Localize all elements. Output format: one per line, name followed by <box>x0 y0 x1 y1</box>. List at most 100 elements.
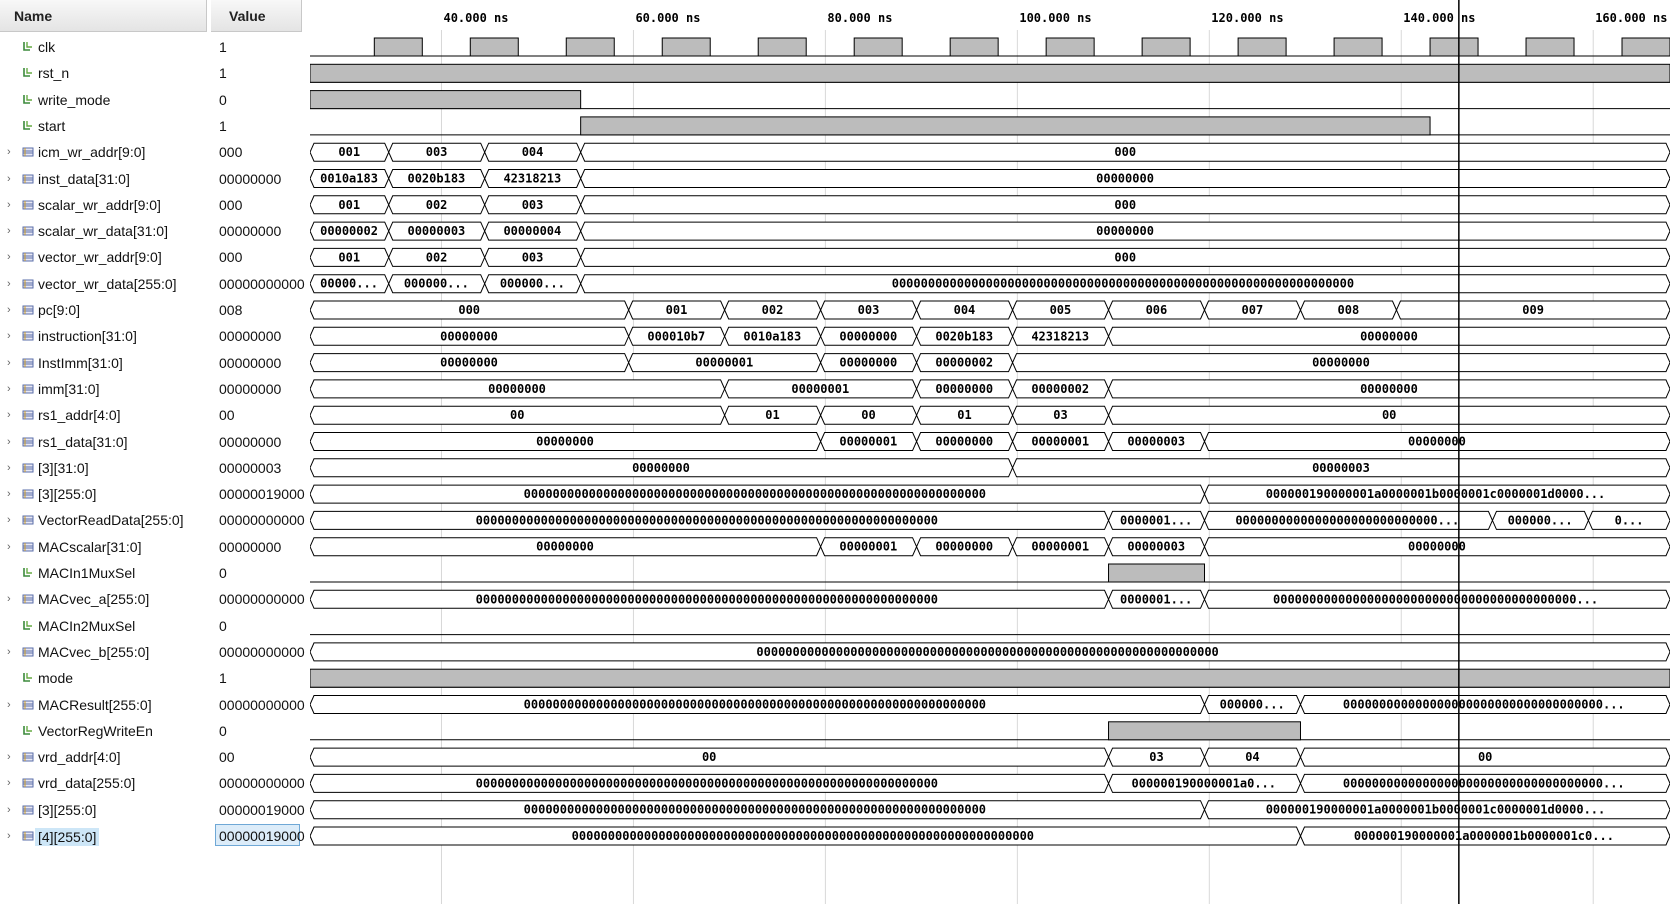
expand-arrow-icon[interactable]: › <box>7 462 17 474</box>
expand-arrow-icon[interactable]: › <box>7 514 17 526</box>
signal-value-cell[interactable]: 00000000000 <box>211 639 305 665</box>
signal-row[interactable]: › [3][255:0] <box>0 481 207 507</box>
name-column-header[interactable]: Name <box>0 0 207 32</box>
expand-arrow-icon[interactable]: › <box>7 146 17 158</box>
signal-value-cell[interactable]: 0 <box>211 613 302 639</box>
expand-arrow-icon[interactable]: › <box>7 699 17 711</box>
signal-row[interactable]: › vector_wr_data[255:0] <box>0 271 207 297</box>
signal-row[interactable]: › VectorReadData[255:0] <box>0 507 207 533</box>
bus-value-label: 00 <box>702 750 716 764</box>
signal-row[interactable]: › [3][31:0] <box>0 455 207 481</box>
expand-arrow-icon[interactable]: › <box>7 830 17 842</box>
value-column-header[interactable]: Value <box>211 0 302 32</box>
signal-value-cell[interactable]: 00000000 <box>211 166 302 192</box>
signal-row[interactable]: › InstImm[31:0] <box>0 350 207 376</box>
signal-value-cell[interactable]: 00000000 <box>211 350 302 376</box>
signal-row[interactable]: mode <box>0 665 207 691</box>
expand-arrow-icon[interactable]: › <box>7 199 17 211</box>
signal-value-cell[interactable]: 00000000000 <box>211 692 305 718</box>
signal-value: 1 <box>219 670 227 687</box>
waveform-canvas[interactable]: 40.000 ns 60.000 ns 80.000 ns 100.000 ns 120… <box>310 0 1670 904</box>
expand-arrow-icon[interactable]: › <box>7 646 17 658</box>
signal-value-cell[interactable]: 00000000 <box>211 218 302 244</box>
signal-name: vrd_addr[4:0] <box>38 749 121 766</box>
waveform-bus: 0000000000000000000000000000000000000000… <box>310 642 1670 662</box>
signal-value-cell[interactable]: 000 <box>211 192 302 218</box>
bus-value-label: 000000000000000000000000000000000000... <box>1343 776 1625 790</box>
signal-name: rs1_data[31:0] <box>38 433 128 450</box>
signal-value-cell[interactable]: 00000000 <box>211 534 302 560</box>
bus-value-label: 00000000 <box>1360 382 1418 396</box>
signal-row[interactable]: › rs1_data[31:0] <box>0 429 207 455</box>
signal-row[interactable]: › imm[31:0] <box>0 376 207 402</box>
signal-row[interactable]: › rs1_addr[4:0] <box>0 402 207 428</box>
signal-value-cell[interactable]: 00000000000 <box>211 586 305 612</box>
signal-value-cell[interactable]: 1 <box>211 34 302 60</box>
signal-value-cell[interactable]: 00000000 <box>211 429 302 455</box>
signal-value-cell[interactable]: 00000019000 <box>211 823 305 849</box>
expand-arrow-icon[interactable]: › <box>7 409 17 421</box>
signal-row[interactable]: › scalar_wr_data[31:0] <box>0 218 207 244</box>
signal-row[interactable]: › MACvec_b[255:0] <box>0 639 207 665</box>
expand-arrow-icon[interactable]: › <box>7 541 17 553</box>
expand-arrow-icon[interactable]: › <box>7 225 17 237</box>
signal-row[interactable]: VectorRegWriteEn <box>0 718 207 744</box>
signal-value-cell[interactable]: 1 <box>211 60 302 86</box>
signal-value-cell[interactable]: 00000019000 <box>211 481 305 507</box>
expand-arrow-icon[interactable]: › <box>7 278 17 290</box>
signal-row[interactable]: › inst_data[31:0] <box>0 166 207 192</box>
expand-arrow-icon[interactable]: › <box>7 251 17 263</box>
signal-value-cell[interactable]: 0 <box>211 718 302 744</box>
signal-value-cell[interactable]: 00 <box>211 744 302 770</box>
signal-value-cell[interactable]: 008 <box>211 297 302 323</box>
signal-row[interactable]: › vrd_data[255:0] <box>0 770 207 796</box>
signal-row[interactable]: MACIn2MuxSel <box>0 613 207 639</box>
signal-value-cell[interactable]: 00000000000 <box>211 507 305 533</box>
signal-value-cell[interactable]: 00 <box>211 402 302 428</box>
signal-row[interactable]: MACIn1MuxSel <box>0 560 207 586</box>
signal-value-cell[interactable]: 000 <box>211 244 302 270</box>
signal-value-cell[interactable]: 00000003 <box>211 455 302 481</box>
signal-row[interactable]: › pc[9:0] <box>0 297 207 323</box>
signal-value-cell[interactable]: 1 <box>211 665 302 691</box>
expand-arrow-icon[interactable]: › <box>7 304 17 316</box>
signal-row[interactable]: › MACscalar[31:0] <box>0 534 207 560</box>
signal-value-cell[interactable]: 00000000000 <box>211 271 305 297</box>
signal-value-cell[interactable]: 00000000000 <box>211 770 305 796</box>
expand-arrow-icon[interactable]: › <box>7 330 17 342</box>
signal-value: 0 <box>219 617 227 634</box>
signal-row[interactable]: › instruction[31:0] <box>0 323 207 349</box>
bus-value-label: 0000000000000000000000000000000000000000… <box>1273 592 1598 606</box>
signal-value-cell[interactable]: 00000019000 <box>211 797 305 823</box>
signal-row[interactable]: › MACvec_a[255:0] <box>0 586 207 612</box>
signal-row[interactable]: › scalar_wr_addr[9:0] <box>0 192 207 218</box>
expand-arrow-icon[interactable]: › <box>7 777 17 789</box>
signal-row[interactable]: › MACResult[255:0] <box>0 692 207 718</box>
signal-value-cell[interactable]: 00000000 <box>211 376 302 402</box>
expand-arrow-icon[interactable]: › <box>7 383 17 395</box>
expand-arrow-icon[interactable]: › <box>7 173 17 185</box>
signal-row[interactable]: › icm_wr_addr[9:0] <box>0 139 207 165</box>
expand-arrow-icon[interactable]: › <box>7 751 17 763</box>
waveform-bit <box>310 563 1670 583</box>
signal-row[interactable]: write_mode <box>0 87 207 113</box>
signal-value-cell[interactable]: 1 <box>211 113 302 139</box>
signal-value-cell[interactable]: 0 <box>211 87 302 113</box>
signal-value: 00000000 <box>219 538 282 555</box>
expand-arrow-icon[interactable]: › <box>7 357 17 369</box>
expand-arrow-icon[interactable]: › <box>7 593 17 605</box>
signal-value-cell[interactable]: 000 <box>211 139 302 165</box>
signal-row[interactable]: › vrd_addr[4:0] <box>0 744 207 770</box>
signal-row[interactable]: › vector_wr_addr[9:0] <box>0 244 207 270</box>
signal-row[interactable]: › [4][255:0] <box>0 823 207 849</box>
signal-row[interactable]: start <box>0 113 207 139</box>
signal-value-cell[interactable]: 00000000 <box>211 323 302 349</box>
bus-value-label: 00000003 <box>407 224 465 238</box>
signal-row[interactable]: clk <box>0 34 207 60</box>
expand-arrow-icon[interactable]: › <box>7 436 17 448</box>
signal-value-cell[interactable]: 0 <box>211 560 302 586</box>
expand-arrow-icon[interactable]: › <box>7 804 17 816</box>
signal-row[interactable]: rst_n <box>0 60 207 86</box>
signal-row[interactable]: › [3][255:0] <box>0 797 207 823</box>
expand-arrow-icon[interactable]: › <box>7 488 17 500</box>
